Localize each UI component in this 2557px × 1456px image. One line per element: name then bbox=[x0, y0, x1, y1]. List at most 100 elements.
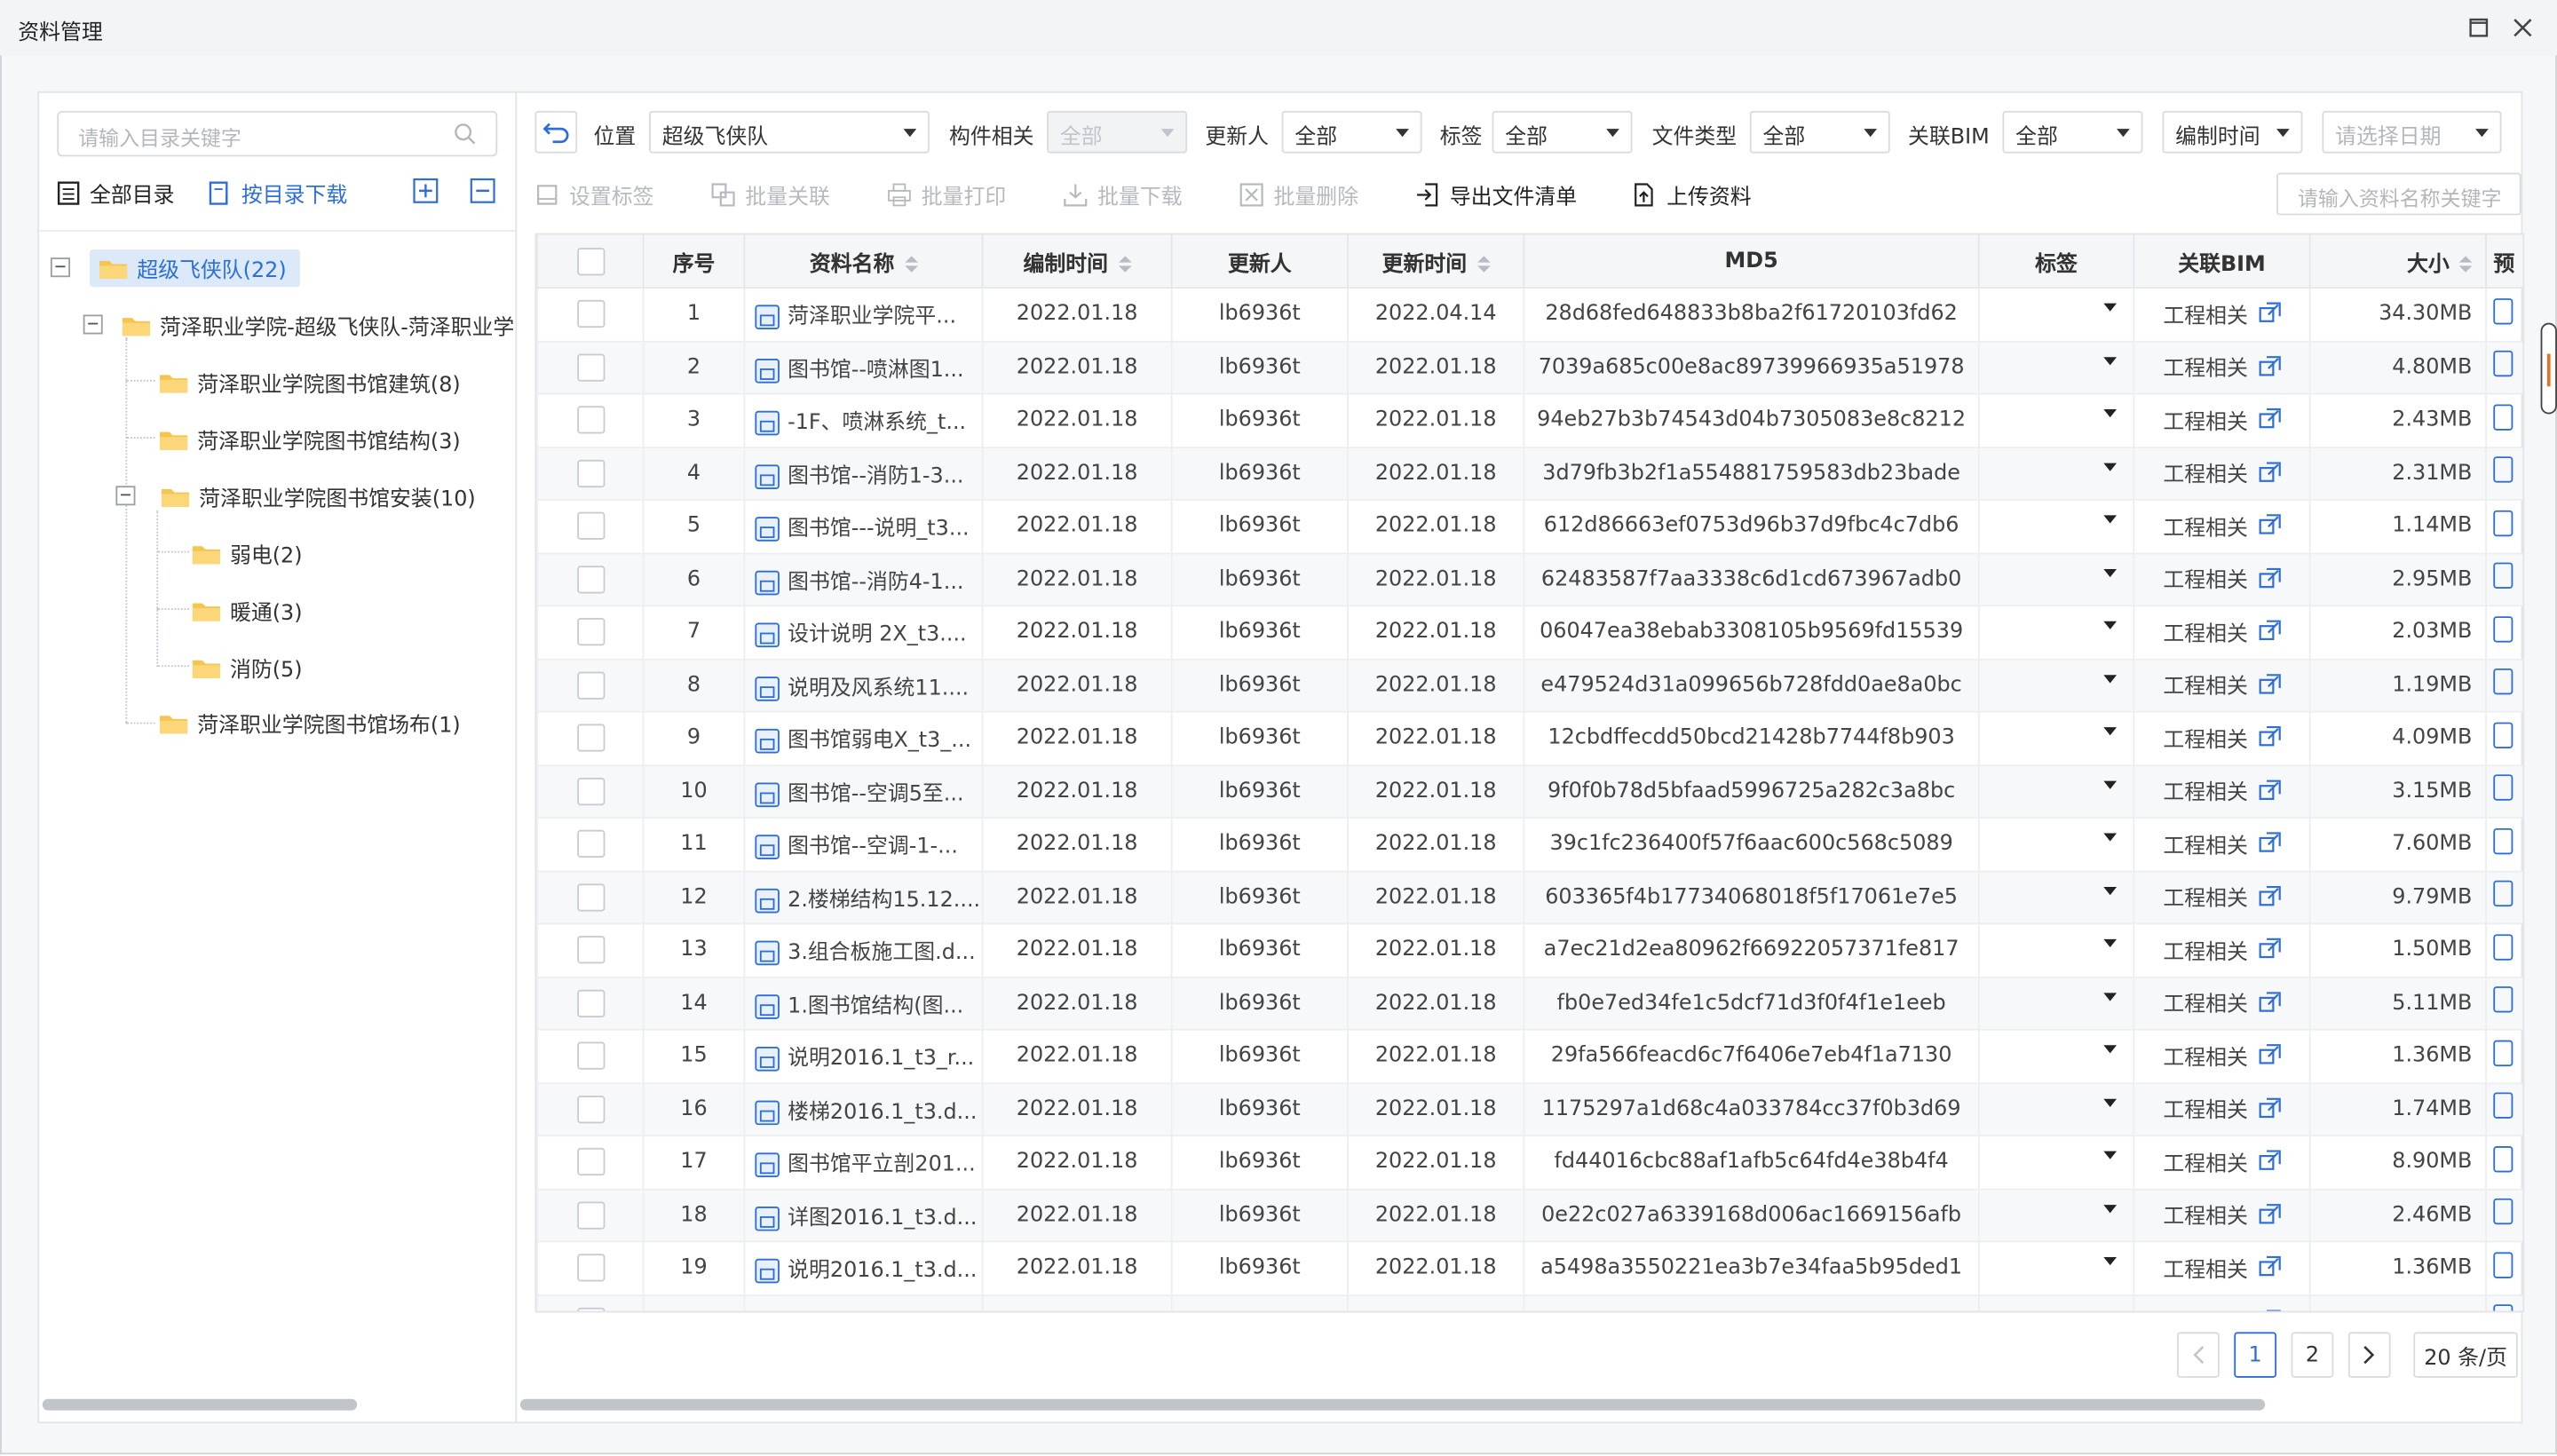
row-checkbox[interactable] bbox=[536, 551, 645, 607]
link-icon[interactable] bbox=[2258, 725, 2281, 755]
row-bim[interactable]: 工程相关 bbox=[2133, 658, 2311, 713]
row-tag-select[interactable] bbox=[1977, 658, 2135, 713]
row-name[interactable]: -1F、喷淋系统_t... bbox=[743, 392, 984, 448]
row-checkbox[interactable] bbox=[536, 1240, 645, 1296]
row-bim[interactable]: 工程相关 bbox=[2133, 817, 2311, 872]
preview-icon[interactable] bbox=[2493, 1040, 2513, 1066]
table-row[interactable]: 7 设计说明 2X_t3.... 2022.01.18 lb6936t 2022.01.… bbox=[536, 605, 2523, 660]
row-name[interactable]: 图书馆弱电X_t3_... bbox=[743, 710, 984, 766]
tree-node-architecture[interactable]: 菏泽职业学院图书馆建筑(8) bbox=[159, 362, 461, 401]
row-tag-select[interactable] bbox=[1977, 1081, 2135, 1137]
row-name[interactable]: 楼梯2016.1_t3.d... bbox=[743, 1081, 984, 1137]
row-preview[interactable] bbox=[2485, 764, 2523, 819]
row-checkbox[interactable] bbox=[536, 869, 645, 925]
row-name[interactable]: 图书馆--消防1-3... bbox=[743, 446, 984, 501]
row-checkbox[interactable] bbox=[536, 1187, 645, 1243]
table-row[interactable]: 20菏泽职业学院图...2022.01.18lb6936t2022.01.18e… bbox=[536, 1294, 2523, 1311]
row-checkbox[interactable] bbox=[536, 1028, 645, 1084]
row-name[interactable]: 1.图书馆结构(图... bbox=[743, 976, 984, 1031]
row-name[interactable]: 说明及风系统11.... bbox=[743, 658, 984, 713]
sort-icon[interactable] bbox=[1476, 256, 1490, 273]
row-preview[interactable] bbox=[2485, 1240, 2523, 1296]
tree-node-site-layout[interactable]: 菏泽职业学院图书馆场布(1) bbox=[159, 703, 461, 742]
tree-node-structure[interactable]: 菏泽职业学院图书馆结构(3) bbox=[159, 419, 461, 458]
link-icon[interactable] bbox=[2258, 884, 2281, 914]
preview-icon[interactable] bbox=[2493, 456, 2513, 484]
row-bim[interactable]: 工程相关 bbox=[2133, 551, 2311, 607]
preview-icon[interactable] bbox=[2493, 297, 2513, 325]
row-bim[interactable]: 工程相关 bbox=[2133, 1187, 2311, 1243]
link-icon[interactable] bbox=[2258, 302, 2281, 331]
document-search-input[interactable]: 请输入资料名称关键字 bbox=[2276, 172, 2521, 216]
row-name[interactable]: 图书馆---说明_t3... bbox=[743, 498, 984, 554]
row-preview[interactable] bbox=[2485, 710, 2523, 766]
row-preview[interactable] bbox=[2485, 339, 2523, 395]
row-checkbox[interactable] bbox=[536, 605, 645, 660]
export-list-button[interactable]: 导出文件清单 bbox=[1415, 179, 1577, 210]
table-row[interactable]: 2 图书馆--喷淋图1... 2022.01.18 lb6936t 2022.01.18… bbox=[536, 339, 2523, 395]
row-name[interactable]: 设计说明 2X_t3.... bbox=[743, 605, 984, 660]
tree-node-hvac[interactable]: 暖通(3) bbox=[192, 590, 303, 629]
row-checkbox[interactable] bbox=[536, 392, 645, 448]
row-bim[interactable]: 工程相关 bbox=[2133, 976, 2311, 1031]
row-checkbox[interactable] bbox=[536, 922, 645, 977]
table-row[interactable]: 10 图书馆--空调5至... 2022.01.18 lb6936t 2022.01.1… bbox=[536, 764, 2523, 819]
row-preview[interactable] bbox=[2485, 1028, 2523, 1084]
row-checkbox[interactable] bbox=[536, 764, 645, 819]
row-name[interactable]: 说明2016.1_t3_r... bbox=[743, 1028, 984, 1084]
collapse-icon[interactable] bbox=[115, 486, 136, 506]
row-checkbox[interactable] bbox=[536, 339, 645, 395]
preview-icon[interactable] bbox=[2493, 722, 2513, 748]
preview-icon[interactable] bbox=[2493, 933, 2513, 961]
row-name[interactable]: 菏泽职业学院平... bbox=[743, 287, 984, 342]
batch-delete-button[interactable]: 批量删除 bbox=[1239, 179, 1358, 210]
row-tag-select[interactable] bbox=[1977, 1028, 2135, 1084]
sort-icon[interactable] bbox=[1118, 256, 1131, 273]
row-preview[interactable] bbox=[2485, 869, 2523, 925]
collapse-icon[interactable] bbox=[83, 314, 103, 335]
row-tag-select[interactable] bbox=[1977, 869, 2135, 925]
link-icon[interactable] bbox=[2258, 513, 2281, 542]
page-1-button[interactable]: 1 bbox=[2234, 1332, 2277, 1378]
table-row[interactable]: 1 菏泽职业学院平... 2022.01.18 lb6936t 2022.04.14 28… bbox=[536, 287, 2523, 342]
row-preview[interactable] bbox=[2485, 1081, 2523, 1137]
row-bim[interactable]: 工程相关 bbox=[2133, 1028, 2311, 1084]
sort-icon[interactable] bbox=[2458, 256, 2473, 273]
row-preview[interactable] bbox=[2485, 817, 2523, 872]
row-tag-select[interactable] bbox=[1977, 817, 2135, 872]
row-bim[interactable]: 工程相关 bbox=[2133, 922, 2311, 977]
row-bim[interactable]: 工程相关 bbox=[2133, 1081, 2311, 1137]
preview-icon[interactable] bbox=[2493, 774, 2513, 802]
row-bim[interactable]: 工程相关 bbox=[2133, 392, 2311, 448]
row-tag-select[interactable] bbox=[1977, 605, 2135, 660]
row-bim[interactable]: 工程相关 bbox=[2133, 1240, 2311, 1296]
link-icon[interactable] bbox=[2258, 1150, 2281, 1179]
row-name[interactable]: 图书馆--空调5至... bbox=[743, 764, 984, 819]
row-bim[interactable]: 工程相关 bbox=[2133, 869, 2311, 925]
tree-node-weak-current[interactable]: 弱电(2) bbox=[192, 534, 303, 573]
col-created[interactable]: 编制时间 bbox=[981, 234, 1173, 289]
link-icon[interactable] bbox=[2258, 991, 2281, 1020]
row-preview[interactable] bbox=[2485, 1135, 2523, 1190]
tree-node-installation[interactable]: 菏泽职业学院图书馆安装(10) bbox=[115, 476, 476, 515]
batch-link-button[interactable]: 批量关联 bbox=[711, 179, 830, 210]
filetype-select[interactable]: 全部 bbox=[1749, 110, 1890, 154]
link-icon[interactable] bbox=[2258, 1255, 2281, 1285]
row-tag-select[interactable] bbox=[1977, 1294, 2135, 1311]
row-tag-select[interactable] bbox=[1977, 287, 2135, 342]
next-page-button[interactable] bbox=[2347, 1332, 2391, 1378]
link-icon[interactable] bbox=[2258, 408, 2281, 437]
table-row[interactable]: 12 2.楼梯结构15.12.... 2022.01.18 lb6936t 2022.0… bbox=[536, 869, 2523, 925]
row-checkbox[interactable] bbox=[536, 817, 645, 872]
table-row[interactable]: 4 图书馆--消防1-3... 2022.01.18 lb6936t 2022.01.1… bbox=[536, 446, 2523, 501]
row-checkbox[interactable] bbox=[536, 1135, 645, 1190]
row-name[interactable]: 图书馆--空调-1-... bbox=[743, 817, 984, 872]
preview-icon[interactable] bbox=[2493, 881, 2513, 907]
time-type-select[interactable]: 编制时间 bbox=[2162, 110, 2303, 154]
row-tag-select[interactable] bbox=[1977, 1240, 2135, 1296]
preview-icon[interactable] bbox=[2493, 351, 2513, 377]
row-bim[interactable]: 工程相关 bbox=[2133, 1294, 2311, 1311]
link-icon[interactable] bbox=[2258, 620, 2281, 649]
col-size[interactable]: 大小 bbox=[2308, 234, 2487, 289]
row-bim[interactable]: 工程相关 bbox=[2133, 710, 2311, 766]
